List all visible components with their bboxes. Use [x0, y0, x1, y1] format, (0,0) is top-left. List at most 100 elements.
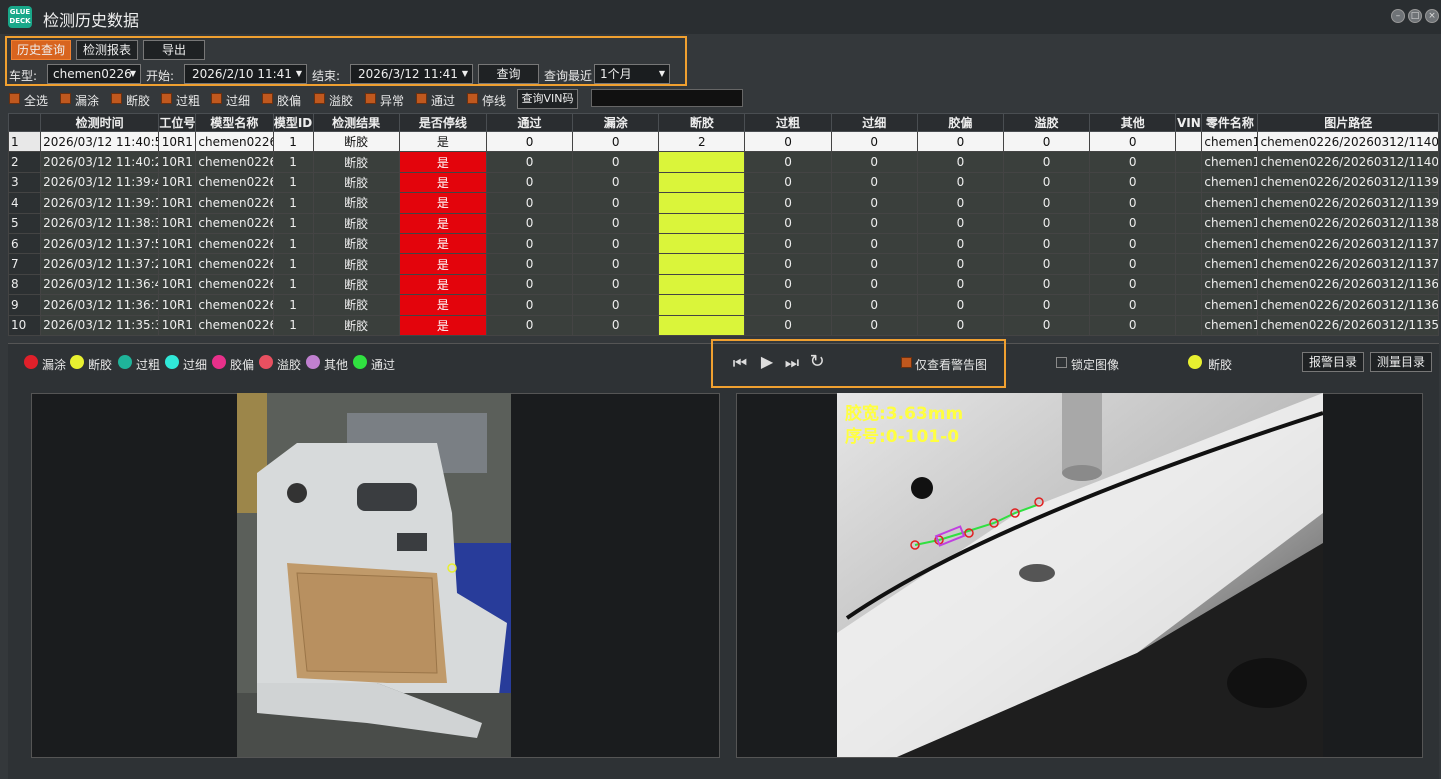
car-type-select[interactable]: chemen0226 ▼	[47, 64, 141, 84]
table-cell: 0	[744, 314, 832, 336]
warn-only-checkbox[interactable]	[901, 357, 912, 368]
close-icon[interactable]: ×	[1425, 9, 1439, 23]
column-header[interactable]: 图片路径	[1257, 113, 1439, 132]
table-cell: 0	[916, 253, 1004, 275]
column-header[interactable]: 胶偏	[916, 113, 1004, 132]
filter-checkbox-3[interactable]	[161, 93, 172, 104]
table-cell: 0	[916, 232, 1004, 255]
table-cell: chemen0226	[195, 151, 274, 173]
filter-checkbox-0[interactable]	[9, 93, 20, 104]
table-cell: 2	[658, 232, 746, 255]
table-cell: chemen1	[1201, 314, 1259, 336]
table-cell: 0	[1089, 212, 1177, 234]
tab-history-query[interactable]: 历史查询	[11, 40, 71, 60]
lock-image-checkbox[interactable]	[1056, 357, 1067, 368]
table-cell: 0	[916, 130, 1004, 153]
filter-checkbox-1[interactable]	[60, 93, 71, 104]
table-cell: 2	[658, 130, 746, 153]
filter-checkbox-9[interactable]	[467, 93, 478, 104]
table-cell	[1175, 294, 1203, 316]
table-cell: 2	[7, 151, 42, 173]
table-cell: 0	[1089, 232, 1177, 255]
table-cell: 0	[1002, 253, 1091, 275]
table-row[interactable]: 2 2026/03/12 11:40:23 10R1 chemen0226 1 断胶是 0 0…	[7, 151, 1439, 173]
filter-checkbox-8[interactable]	[416, 93, 427, 104]
table-cell: 2	[658, 212, 746, 234]
legend-dot	[70, 355, 84, 369]
maximize-icon[interactable]: □	[1408, 9, 1422, 23]
minimize-icon[interactable]: –	[1391, 9, 1405, 23]
table-row[interactable]: 5 2026/03/12 11:38:35 10R1 chemen0226 1 断胶是 0 0…	[7, 212, 1439, 234]
skip-back-icon[interactable]: ⏮	[731, 353, 749, 373]
table-row[interactable]: 7 2026/03/12 11:37:24 10R1 chemen0226 1 断胶是 0 0…	[7, 253, 1439, 275]
table-cell: 断胶	[312, 130, 400, 153]
table-cell: 2026/03/12 11:35:36	[40, 314, 160, 336]
table-cell: 0	[1002, 294, 1091, 316]
column-header[interactable]: 溢胶	[1002, 113, 1091, 132]
column-header[interactable]: 漏涂	[572, 113, 660, 132]
table-cell: 1	[7, 130, 42, 153]
filter-checkbox-6[interactable]	[314, 93, 325, 104]
start-date-picker[interactable]: 2026/2/10 11:41 ▼	[184, 64, 307, 84]
filter-checkbox-7[interactable]	[365, 93, 376, 104]
column-header[interactable]: 检测结果	[312, 113, 400, 132]
table-cell: 1	[272, 294, 314, 316]
tab-report[interactable]: 检测报表	[76, 40, 138, 60]
column-header[interactable]: 工位号	[158, 113, 197, 132]
table-cell: 1	[272, 171, 314, 194]
filter-checkbox-2[interactable]	[111, 93, 122, 104]
glue-width-text: 胶宽:3.63mm	[845, 404, 964, 424]
table-cell: 断胶	[312, 171, 400, 194]
recent-period-select[interactable]: 1个月 ▼	[594, 64, 670, 84]
play-icon[interactable]: ▶	[758, 352, 776, 371]
measure-dir-button[interactable]: 测量目录	[1370, 352, 1432, 372]
skip-forward-icon[interactable]: ⏭	[783, 353, 801, 373]
vin-query-button[interactable]: 查询VIN码	[517, 89, 578, 109]
table-cell: 2	[658, 171, 746, 194]
column-header[interactable]: 模型ID	[272, 113, 314, 132]
column-header[interactable]: 是否停线	[398, 113, 487, 132]
table-row[interactable]: 4 2026/03/12 11:39:11 10R1 chemen0226 1 断胶是 0 0…	[7, 192, 1439, 214]
table-cell: 9	[7, 294, 42, 316]
column-header[interactable]: VIN	[1175, 113, 1203, 132]
overview-image[interactable]	[237, 393, 511, 757]
alarm-dir-button[interactable]: 报警目录	[1302, 352, 1364, 372]
table-cell: 0	[916, 212, 1004, 234]
column-header[interactable]: 其他	[1089, 113, 1177, 132]
column-header[interactable]: 断胶	[658, 113, 746, 132]
start-date-value: 2026/2/10 11:41	[192, 67, 292, 81]
column-header[interactable]: 过粗	[744, 113, 832, 132]
column-header[interactable]: 通过	[485, 113, 574, 132]
filter-checkbox-5[interactable]	[262, 93, 273, 104]
table-cell: 0	[916, 314, 1004, 336]
table-row[interactable]: 3 2026/03/12 11:39:47 10R1 chemen0226 1 断胶是 0 0…	[7, 171, 1439, 194]
detail-image[interactable]: 胶宽:3.63mm 序号:0-101-0	[837, 393, 1323, 757]
column-header[interactable]	[7, 113, 42, 132]
end-date-picker[interactable]: 2026/3/12 11:41 ▼	[350, 64, 473, 84]
column-header[interactable]: 过细	[830, 113, 918, 132]
vin-input[interactable]	[591, 89, 743, 107]
column-header[interactable]: 模型名称	[195, 113, 274, 132]
table-cell: 断胶	[312, 151, 400, 173]
table-cell: 7	[7, 253, 42, 275]
table-row[interactable]: 9 2026/03/12 11:36:12 10R1 chemen0226 1 断胶是 0 0…	[7, 294, 1439, 316]
column-header[interactable]: 检测时间	[40, 113, 160, 132]
table-row[interactable]: 1 2026/03/12 11:40:58 10R1 chemen0226 1 断胶是 0 0…	[7, 130, 1439, 153]
table-row[interactable]: 8 2026/03/12 11:36:48 10R1 chemen0226 1 断胶是 0 0…	[7, 273, 1439, 296]
table-cell: 是	[398, 273, 487, 296]
car-type-value: chemen0226	[53, 67, 132, 81]
refresh-icon[interactable]: ↻	[808, 351, 826, 372]
table-cell: 10R1	[158, 212, 197, 234]
table-row[interactable]: 10 2026/03/12 11:35:36 10R1 chemen0226 1 断胶是 0…	[7, 314, 1439, 336]
table-cell: chemen1	[1201, 294, 1259, 316]
table-cell: 0	[572, 151, 660, 173]
table-cell: 是	[398, 294, 487, 316]
column-header[interactable]: 零件名称	[1201, 113, 1259, 132]
table-cell: 10R1	[158, 192, 197, 214]
tab-export[interactable]: 导出	[143, 40, 205, 60]
table-cell	[1175, 253, 1203, 275]
filter-checkbox-4[interactable]	[211, 93, 222, 104]
table-row[interactable]: 6 2026/03/12 11:37:59 10R1 chemen0226 1 断胶是 0 0…	[7, 232, 1439, 255]
query-button[interactable]: 查询	[478, 64, 539, 84]
table-cell: 2026/03/12 11:40:23	[40, 151, 160, 173]
